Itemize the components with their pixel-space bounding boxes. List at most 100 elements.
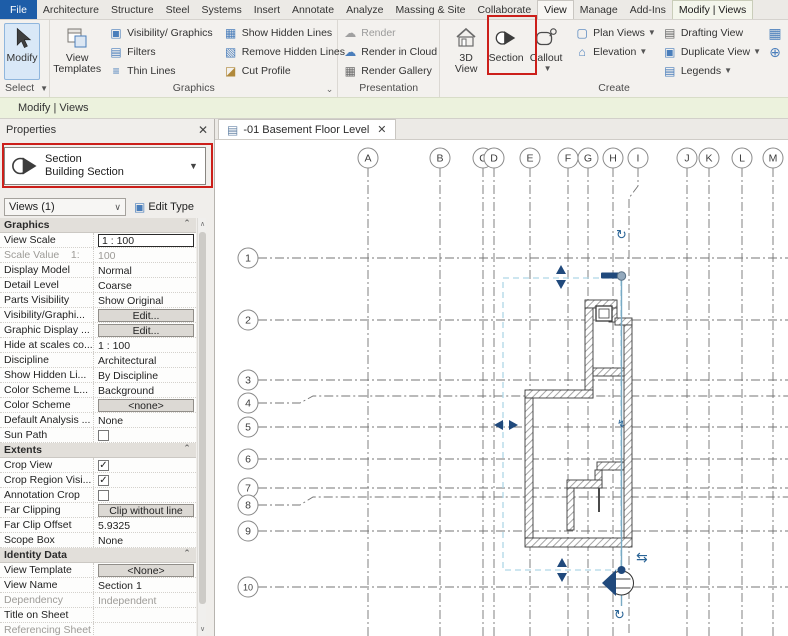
show-hidden-lines-button[interactable]: ▦Show Hidden Lines xyxy=(223,23,345,42)
crop-region[interactable] xyxy=(503,278,621,570)
ribbon-tab-systems[interactable]: Systems xyxy=(196,0,248,19)
filters-button[interactable]: ▤Filters xyxy=(108,42,213,61)
panel-launcher-icon[interactable]: ⌄ xyxy=(326,81,334,97)
ribbon-tab-view[interactable]: View xyxy=(537,0,574,19)
drafting-view-button[interactable]: ▤Drafting View xyxy=(662,23,761,42)
collapse-icon[interactable]: ⌃ xyxy=(178,548,196,562)
wall[interactable] xyxy=(525,390,593,398)
resize-horizontal-arrow[interactable] xyxy=(494,420,518,430)
ribbon-tab-annotate[interactable]: Annotate xyxy=(286,0,340,19)
property-value-title-on-sheet[interactable] xyxy=(94,608,196,622)
section-end-grip[interactable] xyxy=(617,272,625,280)
remove-hidden-lines-button[interactable]: ▧Remove Hidden Lines xyxy=(223,42,345,61)
modify-button[interactable]: Modify xyxy=(4,23,40,80)
ribbon-tab-add-ins[interactable]: Add-Ins xyxy=(624,0,672,19)
select-panel-label[interactable]: Select ▼ xyxy=(0,80,49,97)
collapse-icon[interactable]: ⌃ xyxy=(178,443,196,457)
wall[interactable] xyxy=(525,538,632,547)
cut-profile-button[interactable]: ◪Cut Profile xyxy=(223,61,345,80)
wall[interactable] xyxy=(615,318,632,325)
wall[interactable] xyxy=(624,325,632,538)
property-row-color-scheme: Color Scheme<none> xyxy=(0,398,196,413)
property-checkbox-crop-view[interactable]: ✓ xyxy=(98,460,109,471)
wall[interactable] xyxy=(567,480,602,488)
legends-button[interactable]: ▤Legends▼ xyxy=(662,61,761,80)
thin-lines-button[interactable]: ≡Thin Lines xyxy=(108,61,213,80)
duplicate-view-button[interactable]: ▣Duplicate View▼ xyxy=(662,42,761,61)
plan-views-button[interactable]: ▢Plan Views▼ xyxy=(574,23,656,42)
wall[interactable] xyxy=(597,462,624,470)
property-checkbox-sun-path[interactable] xyxy=(98,430,109,441)
property-checkbox-annotation-crop[interactable] xyxy=(98,490,109,501)
section-segment-handle[interactable] xyxy=(601,273,619,279)
wall[interactable] xyxy=(593,368,624,376)
property-value-scope-box[interactable]: None xyxy=(94,533,196,547)
close-icon[interactable]: ✕ xyxy=(198,123,208,137)
presentation-panel-label: Presentation xyxy=(338,80,439,97)
properties-scrollbar[interactable]: ∧ ∨ xyxy=(197,218,206,636)
property-button-graphic-display[interactable]: Edit... xyxy=(98,324,194,337)
visibility-graphics-button[interactable]: ▣Visibility/ Graphics xyxy=(108,23,213,42)
wall[interactable] xyxy=(585,308,593,398)
property-value-hide-at-scales-co[interactable]: 1 : 100 xyxy=(94,338,196,352)
render-button[interactable]: ☁Render xyxy=(342,23,437,42)
wall[interactable] xyxy=(525,398,533,538)
rotate-icon[interactable]: ↻ xyxy=(614,607,625,622)
3d-view-button[interactable]: 3D View xyxy=(446,23,486,77)
drawing-view[interactable]: ABCDEFGHIJKLM12345678910↻↻⇆↯ xyxy=(215,140,788,636)
property-value-view-scale[interactable]: 1 : 100 xyxy=(98,234,194,247)
property-value-display-model[interactable]: Normal xyxy=(94,263,196,277)
collapse-icon[interactable]: ⌃ xyxy=(178,218,196,232)
schedules-button[interactable]: ▦ xyxy=(767,23,786,42)
close-icon[interactable]: ✕ xyxy=(377,123,386,136)
wall[interactable] xyxy=(567,488,574,530)
shaft[interactable] xyxy=(596,306,612,321)
scroll-down-icon[interactable]: ∨ xyxy=(198,623,207,636)
rotate-icon[interactable]: ↻ xyxy=(616,227,627,242)
property-button-visibility-graphi[interactable]: Edit... xyxy=(98,309,194,322)
ribbon-tab-architecture[interactable]: Architecture xyxy=(37,0,105,19)
elevation-button[interactable]: ⌂Elevation▼ xyxy=(574,42,656,61)
section-button[interactable]: Section xyxy=(486,23,526,77)
ribbon-tab-insert[interactable]: Insert xyxy=(248,0,286,19)
type-selector[interactable]: Section Building Section ▼ xyxy=(4,147,206,185)
property-value-referencing-sheet[interactable] xyxy=(94,623,196,636)
properties-filter-combo[interactable]: Views (1) ∨ xyxy=(4,198,126,216)
ribbon-tab-manage[interactable]: Manage xyxy=(574,0,624,19)
render-gallery-button[interactable]: ▦Render Gallery xyxy=(342,61,437,80)
render-in-cloud-button[interactable]: ☁Render in Cloud xyxy=(342,42,437,61)
ribbon-tab-massing-site[interactable]: Massing & Site xyxy=(389,0,471,19)
ribbon-tab-file[interactable]: File xyxy=(0,0,37,19)
callout-button[interactable]: Callout▼ xyxy=(526,23,566,77)
property-value-show-hidden-li[interactable]: By Discipline xyxy=(94,368,196,382)
ribbon-tab-collaborate[interactable]: Collaborate xyxy=(471,0,537,19)
property-button-far-clipping[interactable]: Clip without line xyxy=(98,504,194,517)
ribbon-tab-structure[interactable]: Structure xyxy=(105,0,160,19)
property-value-color-scheme-l[interactable]: Background xyxy=(94,383,196,397)
property-value-far-clip-offset[interactable]: 5.9325 xyxy=(94,518,196,532)
flip-section-icon[interactable]: ⇆ xyxy=(636,549,648,565)
property-value-discipline[interactable]: Architectural xyxy=(94,353,196,367)
property-value-scale-value-1[interactable]: 100 xyxy=(94,248,196,262)
ribbon-tab-steel[interactable]: Steel xyxy=(160,0,196,19)
resize-vertical-arrow[interactable] xyxy=(556,265,566,289)
scrollbar-thumb[interactable] xyxy=(199,232,206,604)
document-tab[interactable]: ▤ -01 Basement Floor Level ✕ xyxy=(218,119,396,139)
scope-box-button[interactable]: ⊕ xyxy=(767,42,786,61)
property-value-dependency[interactable]: Independent xyxy=(94,593,196,607)
cycle-segment-icon[interactable]: ↯ xyxy=(617,419,625,430)
ribbon-tab-modify-views[interactable]: Modify | Views xyxy=(672,0,753,19)
view-templates-button[interactable]: View Templates xyxy=(52,23,102,77)
property-value-detail-level[interactable]: Coarse xyxy=(94,278,196,292)
property-checkbox-crop-region-visi[interactable]: ✓ xyxy=(98,475,109,486)
section-direction-arrow[interactable] xyxy=(602,570,616,596)
property-value-default-analysis[interactable]: None xyxy=(94,413,196,427)
property-button-view-template[interactable]: <None> xyxy=(98,564,194,577)
property-value-parts-visibility[interactable]: Show Original xyxy=(94,293,196,307)
property-value-view-name[interactable]: Section 1 xyxy=(94,578,196,592)
ribbon-tab-analyze[interactable]: Analyze xyxy=(340,0,389,19)
section-drag-dot[interactable] xyxy=(618,566,626,574)
property-button-color-scheme[interactable]: <none> xyxy=(98,399,194,412)
scroll-up-icon[interactable]: ∧ xyxy=(198,218,207,231)
edit-type-button[interactable]: ▣ Edit Type xyxy=(134,200,194,214)
